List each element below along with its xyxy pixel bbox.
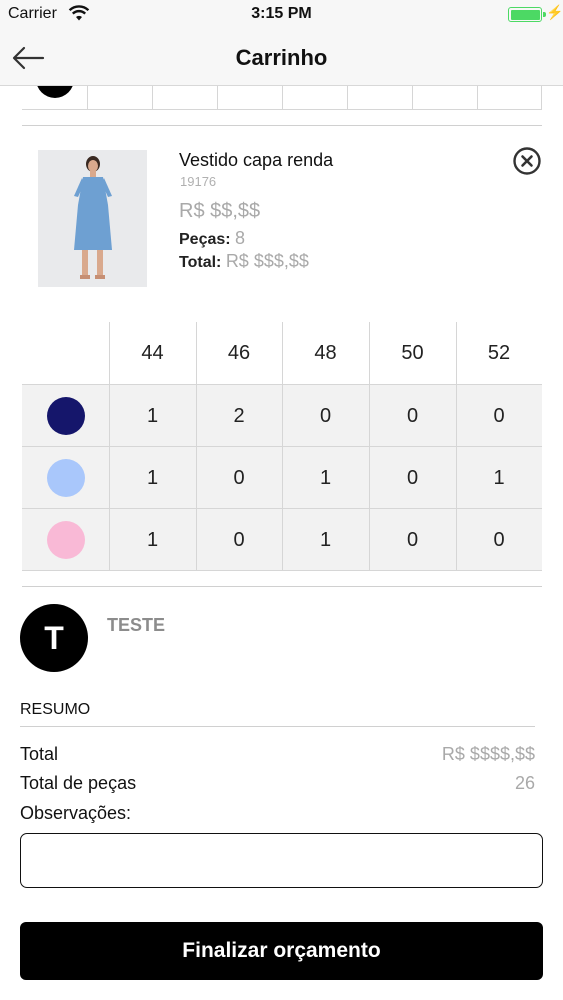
quantity-cell[interactable]: 1 [109, 385, 196, 447]
summary-total-label: Total [20, 744, 59, 764]
finish-quote-button[interactable]: Finalizar orçamento [20, 922, 543, 980]
quantity-cell[interactable]: 1 [456, 447, 542, 509]
quantity-cell[interactable]: 0 [456, 509, 542, 571]
quantity-cell[interactable]: 1 [282, 447, 369, 509]
grid-line [369, 322, 370, 571]
quantity-cell[interactable]: 2 [196, 385, 282, 447]
summary-divider [20, 726, 535, 727]
color-swatch [46, 459, 85, 497]
size-header-cell: 50 [401, 341, 424, 364]
product-reference: 19176 [180, 174, 217, 189]
quantity-cell[interactable]: 0 [196, 509, 282, 571]
summary-pieces-label: Total de peças [20, 773, 137, 793]
status-bar: Carrier 3:15 PM ⚡ [0, 0, 563, 30]
color-swatch-cell [22, 447, 109, 509]
quantity-cell[interactable]: 0 [369, 385, 456, 447]
color-swatch-cell [22, 509, 109, 571]
quantity-cell[interactable]: 0 [282, 385, 369, 447]
seller-name: TESTE [107, 615, 166, 635]
color-swatch [46, 397, 85, 435]
size-header-cell: 48 [314, 341, 337, 364]
battery-full-icon [508, 7, 546, 22]
summary-title: RESUMO [20, 701, 91, 718]
color-swatch-cell [22, 385, 109, 447]
grid-line [282, 322, 283, 571]
grid-line [456, 322, 457, 571]
quantity-cell[interactable]: 0 [456, 385, 542, 447]
avatar: T [20, 604, 88, 672]
clock: 3:15 PM [251, 5, 312, 22]
navigation-bar: Carrinho [0, 30, 563, 86]
notes-label: Observações: [20, 803, 132, 823]
color-swatch [46, 521, 85, 559]
section-divider [22, 586, 542, 587]
summary-total-value: R$ $$$$,$$ [441, 744, 535, 764]
product-total: Total: R$ $$$,$$ [179, 251, 309, 272]
summary-pieces-value: 26 [514, 773, 535, 793]
size-color-grid: 44 46 48 50 52 1 2 0 0 0 1 0 1 0 1 1 0 1 0 0 [22, 322, 542, 571]
size-header-cell: 46 [227, 341, 251, 364]
quantity-cell[interactable]: 1 [282, 509, 369, 571]
pieces-label: Peças: [179, 231, 231, 248]
grid-line [109, 322, 110, 571]
remove-item-button[interactable] [512, 146, 542, 176]
size-header-cell: 52 [487, 341, 511, 364]
total-label: Total: [179, 254, 222, 271]
quantity-cell[interactable]: 0 [369, 447, 456, 509]
notes-field[interactable] [20, 833, 543, 888]
product-image [38, 150, 147, 287]
page-title: Carrinho [235, 45, 328, 70]
quantity-cell[interactable]: 1 [109, 447, 196, 509]
quantity-cell[interactable]: 0 [369, 509, 456, 571]
product-price: R$ $$,$$ [179, 200, 261, 222]
close-circle-icon [513, 147, 541, 175]
quantity-cell[interactable]: 0 [196, 447, 282, 509]
grid-line [196, 322, 197, 571]
previous-size-grid [22, 86, 542, 110]
section-divider [22, 125, 542, 126]
product-pieces: Peças: 8 [179, 228, 245, 249]
pieces-value: 8 [235, 228, 246, 248]
quantity-cell[interactable]: 1 [109, 509, 196, 571]
product-name: Vestido capa renda [179, 150, 334, 170]
size-header-cell: 44 [141, 341, 164, 364]
charging-icon: ⚡ [546, 4, 563, 20]
total-value: R$ $$$,$$ [225, 251, 309, 271]
